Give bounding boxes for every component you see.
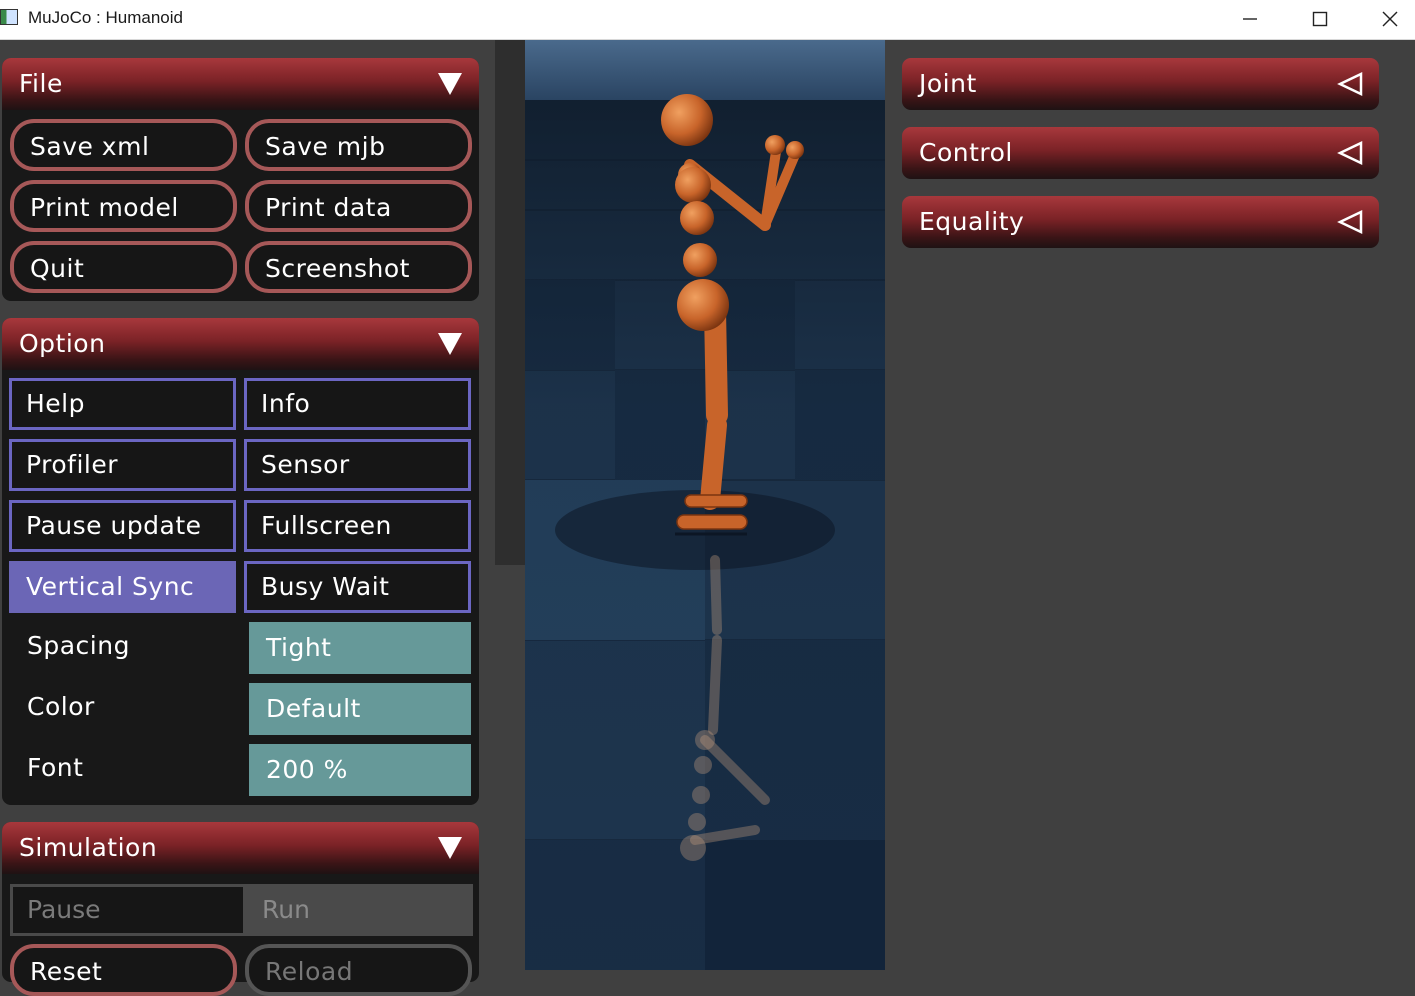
expand-arrow-icon bbox=[1337, 141, 1363, 165]
collapse-arrow-icon bbox=[438, 837, 462, 859]
app-icon bbox=[0, 9, 18, 25]
spacing-label: Spacing bbox=[27, 631, 130, 660]
print-model-button[interactable]: Print model bbox=[10, 180, 237, 232]
quit-button[interactable]: Quit bbox=[10, 241, 237, 293]
option-section-title: Option bbox=[19, 329, 106, 358]
screenshot-button[interactable]: Screenshot bbox=[245, 241, 472, 293]
print-data-button[interactable]: Print data bbox=[245, 180, 472, 232]
simulation-viewport[interactable] bbox=[525, 40, 885, 970]
maximize-button[interactable] bbox=[1285, 0, 1355, 38]
vertical-sync-toggle[interactable]: Vertical Sync bbox=[9, 561, 236, 613]
color-label: Color bbox=[27, 692, 95, 721]
pause-radio[interactable]: Pause bbox=[10, 884, 246, 936]
collapse-arrow-icon bbox=[438, 333, 462, 355]
minimize-icon bbox=[1243, 18, 1257, 20]
joint-section-header[interactable]: Joint bbox=[902, 58, 1379, 110]
help-toggle[interactable]: Help bbox=[9, 378, 236, 430]
left-panel-scrollbar[interactable] bbox=[495, 40, 525, 565]
file-section: File Save xml Save mjb Print model Print… bbox=[2, 58, 479, 301]
control-section-header[interactable]: Control bbox=[902, 127, 1379, 179]
run-radio[interactable]: Run bbox=[246, 884, 473, 936]
reset-button[interactable]: Reset bbox=[10, 944, 237, 996]
font-label: Font bbox=[27, 753, 84, 782]
font-select[interactable]: 200 % bbox=[249, 744, 471, 796]
save-xml-button[interactable]: Save xml bbox=[10, 119, 237, 171]
fullscreen-toggle[interactable]: Fullscreen bbox=[244, 500, 471, 552]
humanoid-scene bbox=[525, 40, 885, 970]
file-section-title: File bbox=[19, 69, 63, 98]
simulation-section-title: Simulation bbox=[19, 833, 158, 862]
info-toggle[interactable]: Info bbox=[244, 378, 471, 430]
window-title: MuJoCo : Humanoid bbox=[28, 8, 183, 27]
equality-section-title: Equality bbox=[919, 207, 1025, 236]
minimize-button[interactable] bbox=[1215, 0, 1285, 38]
color-select[interactable]: Default bbox=[249, 683, 471, 735]
reload-button[interactable]: Reload bbox=[245, 944, 472, 996]
run-mode-radio: Pause Run bbox=[10, 884, 473, 936]
expand-arrow-icon bbox=[1337, 72, 1363, 96]
file-section-header[interactable]: File bbox=[2, 58, 479, 110]
main-area: File Save xml Save mjb Print model Print… bbox=[0, 40, 1415, 996]
title-bar: MuJoCo : Humanoid bbox=[0, 0, 1415, 40]
control-section-title: Control bbox=[919, 138, 1013, 167]
equality-section-header[interactable]: Equality bbox=[902, 196, 1379, 248]
close-icon bbox=[1382, 11, 1398, 27]
spacing-select[interactable]: Tight bbox=[249, 622, 471, 674]
save-mjb-button[interactable]: Save mjb bbox=[245, 119, 472, 171]
close-button[interactable] bbox=[1355, 0, 1415, 38]
busy-wait-toggle[interactable]: Busy Wait bbox=[244, 561, 471, 613]
expand-arrow-icon bbox=[1337, 210, 1363, 234]
simulation-section-header[interactable]: Simulation bbox=[2, 822, 479, 874]
profiler-toggle[interactable]: Profiler bbox=[9, 439, 236, 491]
collapse-arrow-icon bbox=[438, 73, 462, 95]
option-section: Option Help Info Profiler Sensor Pause u… bbox=[2, 318, 479, 805]
option-section-header[interactable]: Option bbox=[2, 318, 479, 370]
sensor-toggle[interactable]: Sensor bbox=[244, 439, 471, 491]
joint-section-title: Joint bbox=[919, 69, 977, 98]
simulation-section: Simulation Pause Run Reset Reload bbox=[2, 822, 479, 996]
pause-update-toggle[interactable]: Pause update bbox=[9, 500, 236, 552]
maximize-icon bbox=[1312, 11, 1328, 27]
